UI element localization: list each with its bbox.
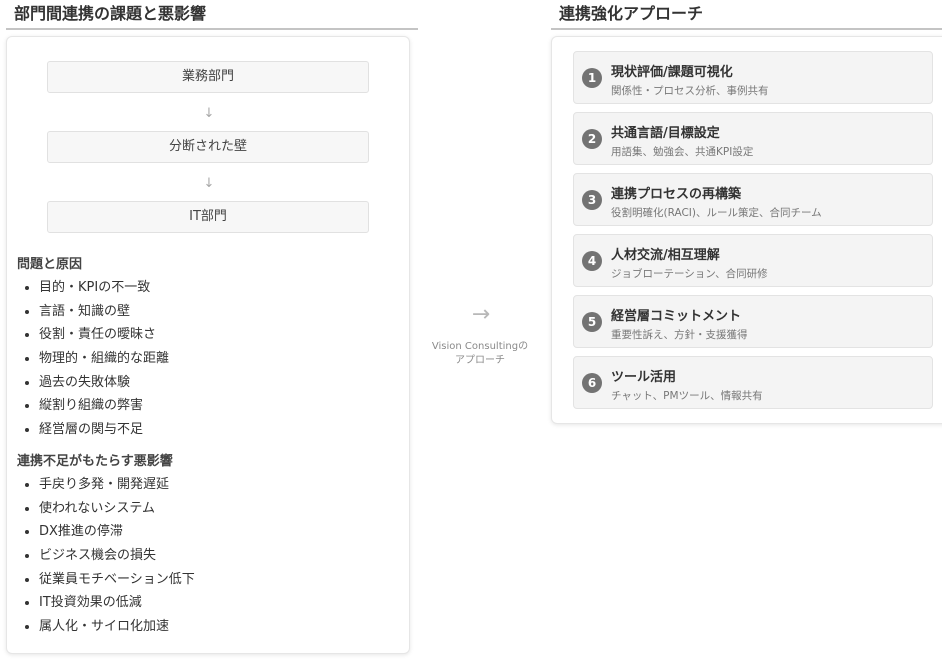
down-arrow-icon: ↓ <box>203 106 215 121</box>
approach-step: 4 人材交流/相互理解 ジョブローテーション、合同研修 <box>573 234 933 287</box>
approach-step: 6 ツール活用 チャット、PMツール、情報共有 <box>573 356 933 409</box>
step-title: 現状評価/課題可視化 <box>611 65 733 80</box>
list-item: DX推進の停滞 <box>21 520 195 544</box>
problems-heading: 問題と原因 <box>17 257 83 272</box>
step-title: 人材交流/相互理解 <box>611 248 720 263</box>
caption-line: Vision Consultingの <box>431 341 529 352</box>
flow-box-wall: 分断された壁 <box>47 131 369 163</box>
list-item: 言語・知識の壁 <box>21 300 169 324</box>
effects-heading: 連携不足がもたらす悪影響 <box>17 454 173 469</box>
list-item: 過去の失敗体験 <box>21 371 169 395</box>
flow-box-it-dept: IT部門 <box>47 201 369 233</box>
step-number-badge: 2 <box>582 129 602 149</box>
list-item: 縦割り組織の弊害 <box>21 394 169 418</box>
step-title: 連携プロセスの再構築 <box>611 187 742 202</box>
step-description: 重要性訴え、方針・支援獲得 <box>611 329 748 341</box>
step-description: 役割明確化(RACI)、ルール策定、合同チーム <box>611 207 822 219</box>
list-item: 目的・KPIの不一致 <box>21 276 169 300</box>
approach-step: 1 現状評価/課題可視化 関係性・プロセス分析、事例共有 <box>573 51 933 104</box>
list-item: 手戻り多発・開発遅延 <box>21 473 195 497</box>
step-title: 経営層コミットメント <box>611 309 742 324</box>
approach-panel: 1 現状評価/課題可視化 関係性・プロセス分析、事例共有 2 共通言語/目標設定… <box>551 36 942 424</box>
step-description: 関係性・プロセス分析、事例共有 <box>611 85 769 97</box>
flow-box-business-dept: 業務部門 <box>47 61 369 93</box>
approach-step: 2 共通言語/目標設定 用語集、勉強会、共通KPI設定 <box>573 112 933 165</box>
step-number-badge: 3 <box>582 190 602 210</box>
approach-step: 5 経営層コミットメント 重要性訴え、方針・支援獲得 <box>573 295 933 348</box>
list-item: IT投資効果の低減 <box>21 591 195 615</box>
list-item: 使われないシステム <box>21 497 195 521</box>
step-title: 共通言語/目標設定 <box>611 126 720 141</box>
list-item: 属人化・サイロ化加速 <box>21 615 195 639</box>
step-description: 用語集、勉強会、共通KPI設定 <box>611 146 754 158</box>
step-number-badge: 6 <box>582 373 602 393</box>
step-description: チャット、PMツール、情報共有 <box>611 390 763 402</box>
caption-line: アプローチ <box>455 355 505 366</box>
step-number-badge: 5 <box>582 312 602 332</box>
list-item: ビジネス機会の損失 <box>21 544 195 568</box>
approach-caption: Vision Consultingの アプローチ <box>424 340 536 368</box>
step-number-badge: 1 <box>582 68 602 88</box>
list-item: 従業員モチベーション低下 <box>21 568 195 592</box>
approach-step: 3 連携プロセスの再構築 役割明確化(RACI)、ルール策定、合同チーム <box>573 173 933 226</box>
step-number-badge: 4 <box>582 251 602 271</box>
list-item: 物理的・組織的な距離 <box>21 347 169 371</box>
list-item: 役割・責任の曖昧さ <box>21 323 169 347</box>
down-arrow-icon: ↓ <box>203 176 215 191</box>
step-title: ツール活用 <box>611 370 677 385</box>
list-item: 経営層の関与不足 <box>21 418 169 442</box>
right-arrow-icon: → <box>471 302 491 327</box>
effects-list: 手戻り多発・開発遅延 使われないシステム DX推進の停滞 ビジネス機会の損失 従… <box>21 473 195 639</box>
problems-list: 目的・KPIの不一致 言語・知識の壁 役割・責任の曖昧さ 物理的・組織的な距離 … <box>21 276 169 442</box>
left-section-title: 部門間連携の課題と悪影響 <box>6 0 418 30</box>
issues-panel: 業務部門 ↓ 分断された壁 ↓ IT部門 問題と原因 目的・KPIの不一致 言語… <box>6 36 410 654</box>
right-section-title: 連携強化アプローチ <box>551 0 942 30</box>
step-description: ジョブローテーション、合同研修 <box>611 268 768 280</box>
